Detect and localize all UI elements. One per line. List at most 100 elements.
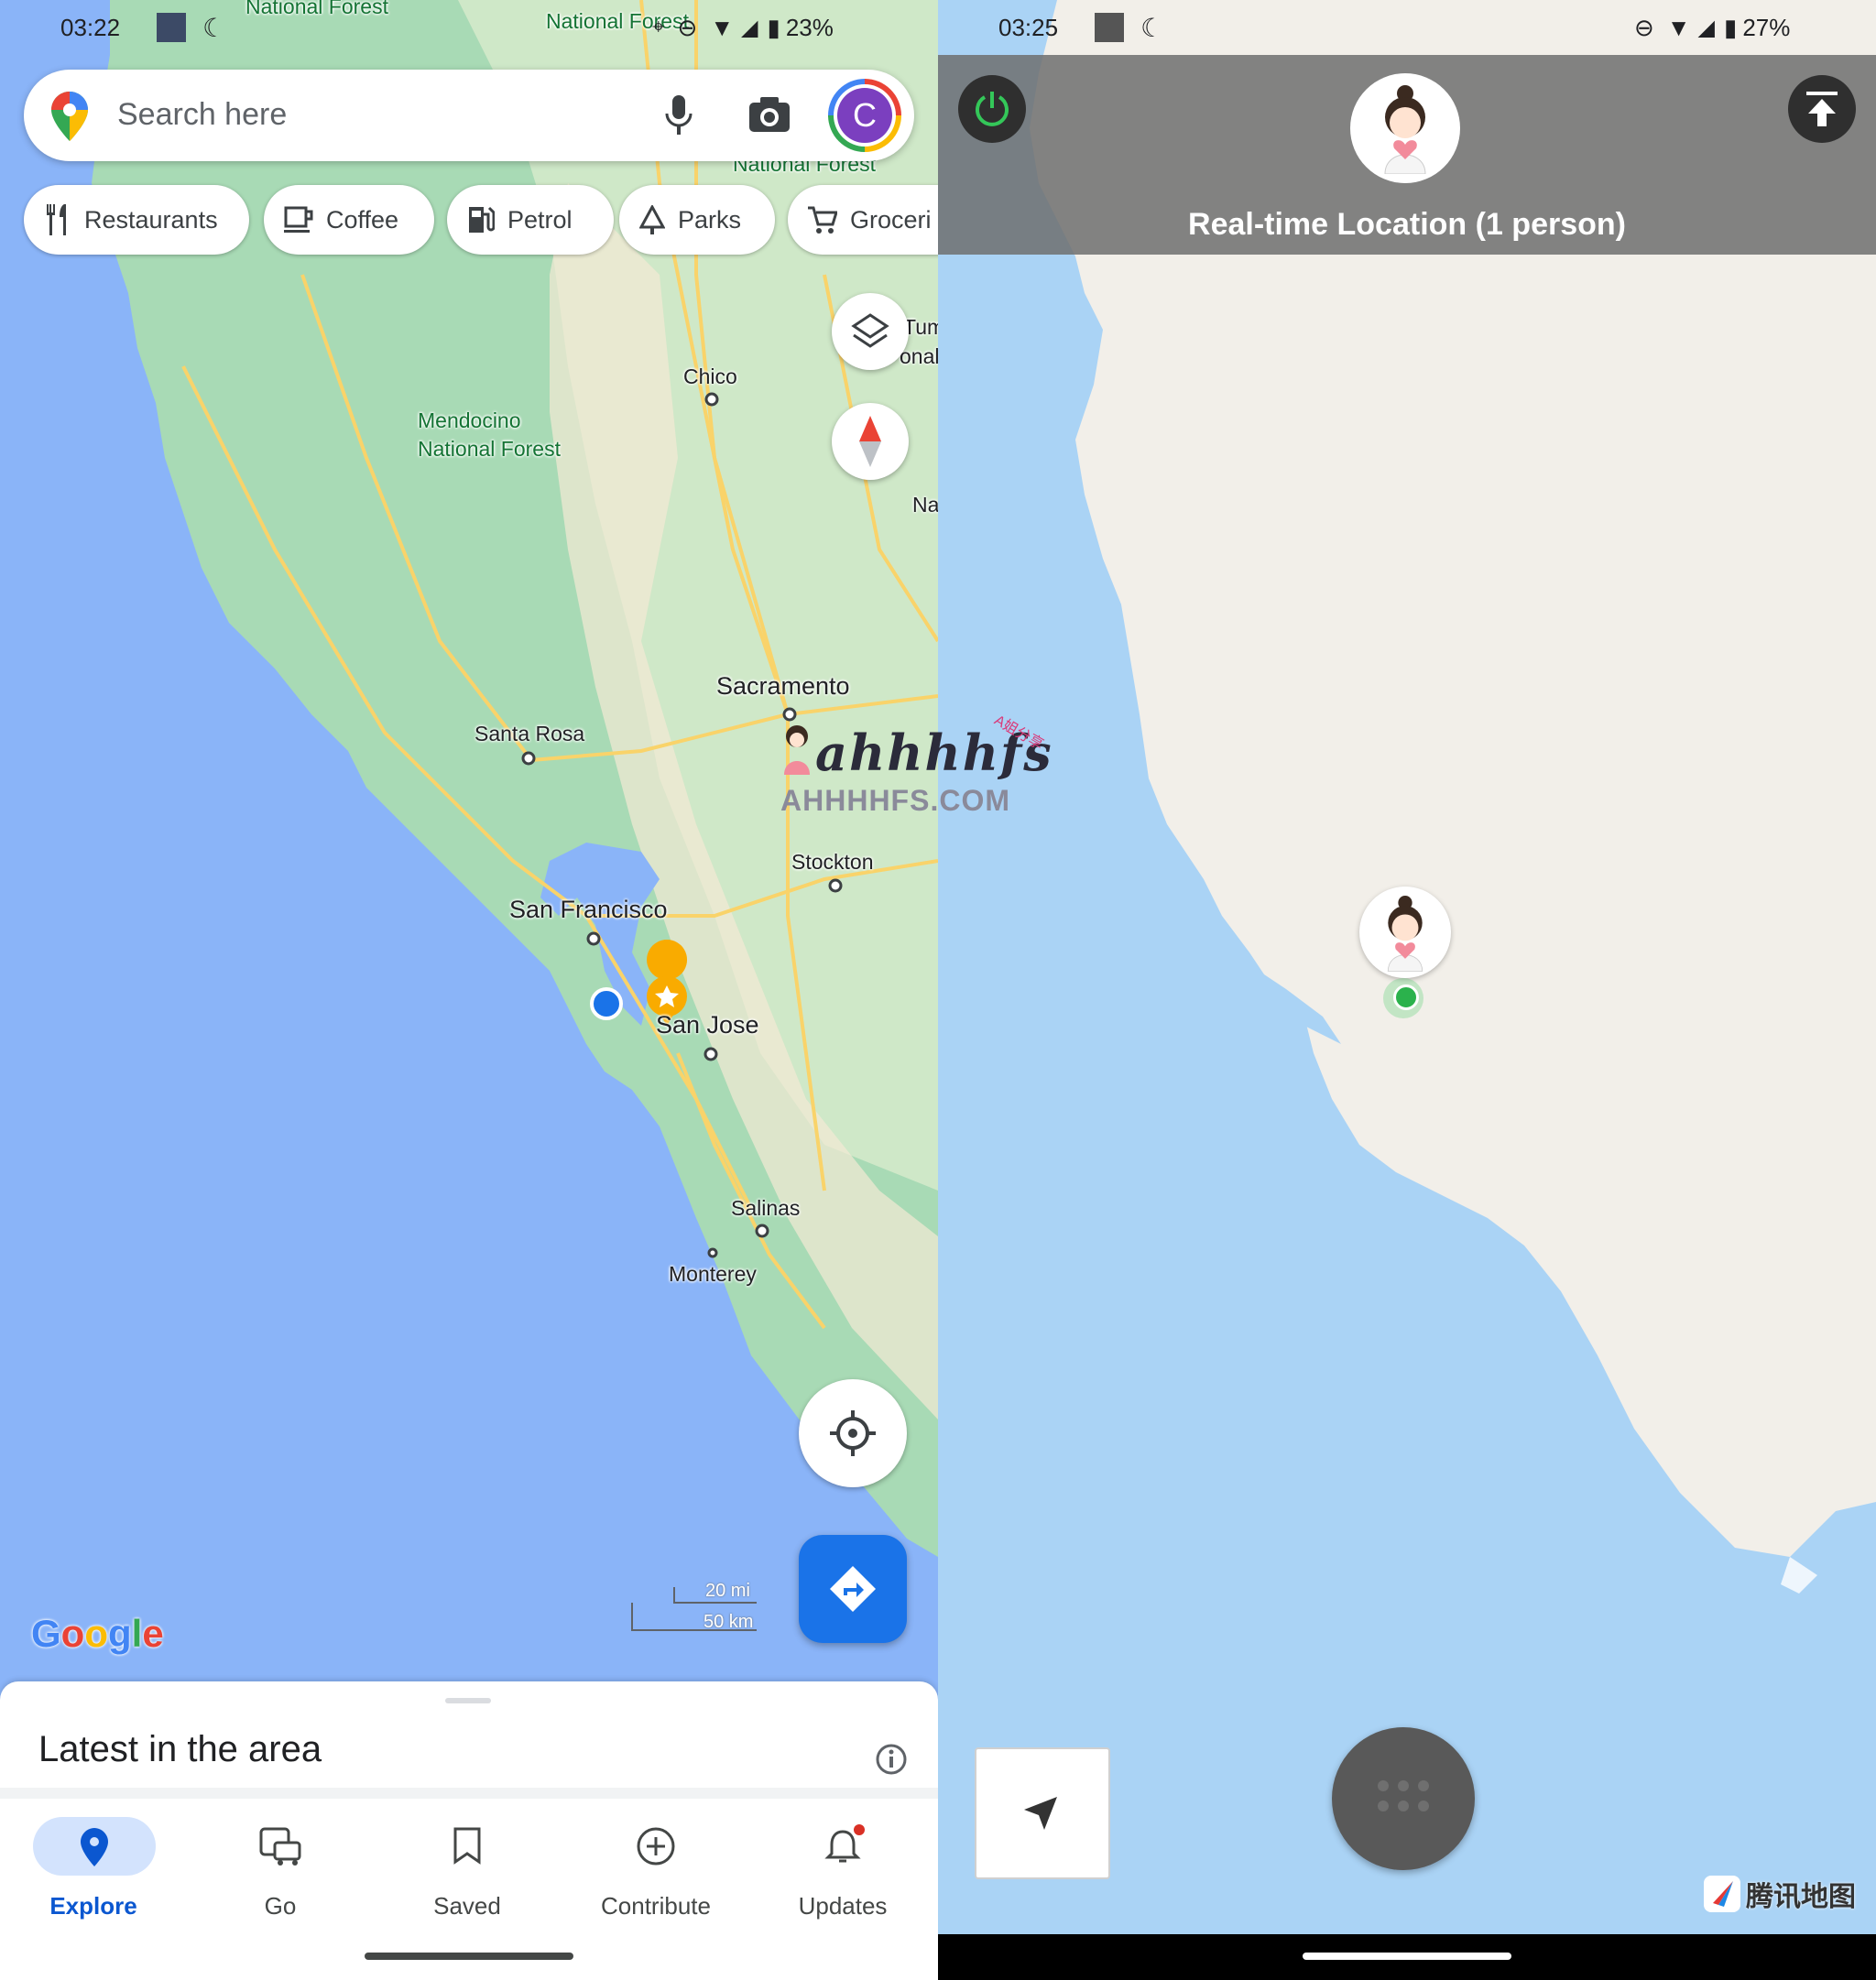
- layers-button[interactable]: [832, 293, 909, 370]
- directions-button[interactable]: [799, 1535, 907, 1643]
- gesture-bar[interactable]: [1303, 1953, 1511, 1960]
- map-label: National Forest: [245, 0, 388, 18]
- location-icon: ⌖: [652, 15, 665, 39]
- avatar-letter: C: [837, 88, 892, 143]
- sheet-handle[interactable]: [445, 1698, 491, 1703]
- watermark: [779, 723, 815, 779]
- notification-square-icon: [1095, 13, 1125, 42]
- map-label-san-francisco: San Francisco: [509, 896, 668, 923]
- chip-label: Restaurants: [84, 205, 218, 234]
- tencent-map-icon: [1704, 1876, 1740, 1912]
- map-label-stockton: Stockton: [791, 850, 874, 874]
- dnd-icon: ⊖: [1634, 13, 1654, 41]
- map-label-santa-rosa: Santa Rosa: [474, 722, 585, 745]
- compass-button[interactable]: [832, 403, 909, 480]
- chip-petrol[interactable]: Petrol: [447, 185, 614, 255]
- fork-knife-icon: [47, 204, 66, 235]
- battery-icon: ▮: [1724, 13, 1738, 41]
- wifi-icon: ▼: [1666, 13, 1691, 41]
- signal-icon: ◢: [741, 15, 758, 40]
- chip-parks[interactable]: Parks: [619, 185, 775, 255]
- info-icon[interactable]: [876, 1744, 907, 1775]
- status-bar-right: 03:25 ☾: [998, 0, 1163, 55]
- chip-label: Coffee: [326, 205, 399, 234]
- map-label-san-jose: San Jose: [656, 1011, 759, 1039]
- microphone-icon[interactable]: [665, 95, 693, 136]
- coffee-icon: [284, 206, 313, 233]
- power-button[interactable]: [958, 75, 1026, 143]
- chip-label: Groceri: [850, 205, 932, 234]
- search-input[interactable]: Search here: [117, 97, 287, 133]
- upload-button[interactable]: [1788, 75, 1856, 143]
- map-label-monterey: Monterey: [669, 1262, 757, 1286]
- chip-label: Parks: [678, 205, 742, 234]
- my-location-button[interactable]: [799, 1379, 907, 1487]
- compass-icon: [859, 416, 881, 467]
- nav-label: Saved: [433, 1892, 501, 1920]
- battery-icon: ▮: [767, 13, 780, 41]
- girl-avatar-icon: [1387, 896, 1423, 972]
- nav-label: Go: [264, 1892, 297, 1920]
- status-time: 03:25: [998, 13, 1059, 41]
- location-dot: [1393, 985, 1419, 1010]
- navigation-arrow-icon: [1024, 1797, 1057, 1830]
- pin-icon: [81, 1828, 108, 1866]
- chip-restaurants[interactable]: Restaurants: [24, 185, 249, 255]
- status-icons-right: ⊖ ▼ ◢ ▮ 27%: [1634, 0, 1790, 55]
- moon-icon: ☾: [1140, 13, 1164, 42]
- map-label-mendocino-nf: National Forest: [418, 437, 561, 461]
- chip-groceries[interactable]: Groceri: [788, 185, 938, 255]
- map-label-mendocino: Mendocino: [418, 408, 521, 432]
- girl-avatar-icon: [1384, 85, 1426, 174]
- watermark-figure-icon: [784, 725, 810, 775]
- scale-miles: 20 mi: [705, 1581, 750, 1601]
- my-location-dot: [590, 987, 623, 1020]
- menu-button[interactable]: [1332, 1727, 1475, 1870]
- status-icons: ⌖ ⊖ ▼ ◢ ▮ 23%: [652, 0, 834, 55]
- avatar[interactable]: C: [828, 79, 901, 152]
- system-nav-bar: [938, 1934, 1876, 1980]
- grid-dots-icon: [1378, 1780, 1429, 1811]
- battery-level: 27%: [1742, 13, 1791, 41]
- camera-icon[interactable]: [749, 97, 790, 132]
- scale-km: 50 km: [704, 1612, 754, 1632]
- bookmark-icon: [453, 1827, 481, 1865]
- user-avatar[interactable]: [1350, 73, 1460, 183]
- cart-icon: [808, 206, 837, 234]
- add-circle-icon: [637, 1827, 675, 1866]
- brand-text: 腾讯地图: [1746, 1882, 1856, 1912]
- search-bar[interactable]: Search here C: [24, 70, 914, 161]
- layers-icon: [851, 313, 889, 348]
- locate-button[interactable]: [975, 1747, 1110, 1879]
- crosshair-icon: [830, 1410, 876, 1456]
- map-label-salinas: Salinas: [731, 1196, 801, 1220]
- map-label: onal: [900, 344, 938, 368]
- google-logo: Google: [31, 1612, 164, 1655]
- chip-coffee[interactable]: Coffee: [264, 185, 434, 255]
- watermark-url: AHHHHFS.COM: [780, 784, 1010, 817]
- map-label: Na: [912, 493, 938, 517]
- tencent-map-panel: 03:25 ☾ ⊖ ▼ ◢ ▮ 27% Real-time Location (…: [938, 0, 1876, 1980]
- wifi-icon: ▼: [710, 13, 735, 41]
- sheet-title: Latest in the area: [38, 1729, 322, 1769]
- notification-square-icon: [157, 13, 187, 42]
- gesture-bar[interactable]: [365, 1953, 573, 1960]
- page-title: Real-time Location (1 person): [1188, 207, 1626, 242]
- tencent-logo: 腾讯地图: [1704, 1874, 1856, 1914]
- upload-icon: [1806, 92, 1838, 126]
- person-marker[interactable]: [1359, 887, 1451, 978]
- directions-icon: [830, 1566, 876, 1612]
- status-bar: 03:22 ☾: [60, 0, 225, 55]
- tree-icon: [639, 205, 665, 234]
- divider: [0, 1788, 938, 1799]
- maps-logo-icon: [51, 92, 88, 141]
- status-time: 03:22: [60, 13, 121, 41]
- fuel-icon: [469, 206, 495, 233]
- power-icon: [976, 92, 1009, 126]
- nav-label: Updates: [798, 1892, 888, 1920]
- category-chips: Restaurants Coffee Petrol Parks Groceri: [24, 185, 938, 255]
- commute-icon: [259, 1827, 301, 1866]
- moon-icon: ☾: [202, 13, 226, 42]
- google-maps-panel: National Forest National Forest National…: [0, 0, 938, 1980]
- battery-level: 23%: [785, 13, 834, 41]
